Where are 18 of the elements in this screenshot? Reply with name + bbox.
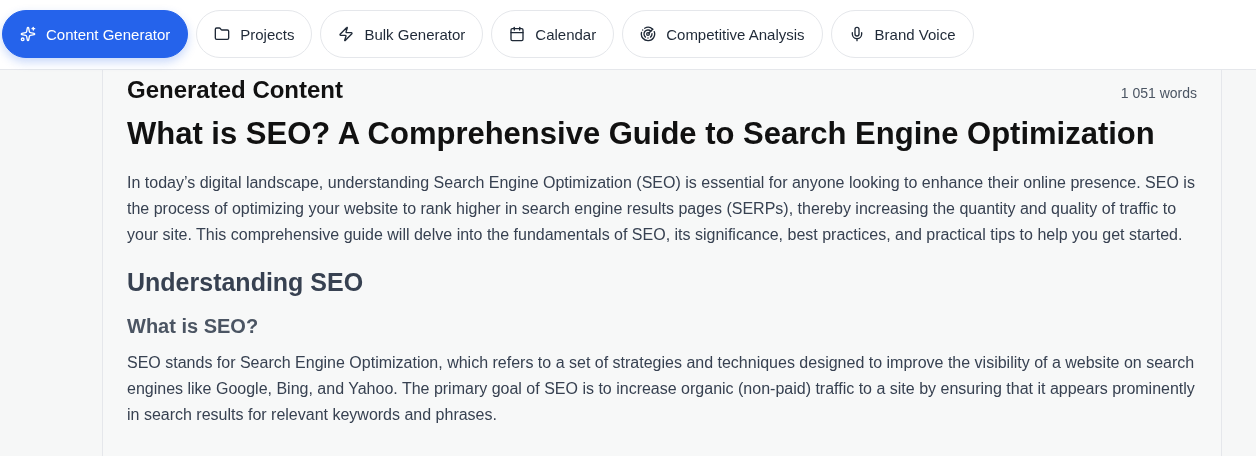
folder-icon [214,26,231,42]
nav-tab[interactable]: Calendar [491,10,615,58]
word-count: 1 051 words [1120,85,1197,101]
article-heading: Understanding SEO [127,268,365,297]
article-paragraph: In today’s digital landscape, understanding Search Engine Optimization (SEO) is essential for anyone looking to enhance their online presence. SEO is the process of optimizing your website to rank higher in search engine results pages (SERPs), thereby increasing the quantity and quality of traffic to your site. This comprehensive guide will delve into the fundamentals of SEO, its significance, best practices, and practical tips to help you get started. [127,173,1196,245]
sparkles-icon [20,26,36,42]
nav-tab[interactable]: Brand Voice [830,10,974,58]
nav-tab[interactable]: Bulk Generator [320,10,484,58]
lightning-icon [338,26,355,42]
nav-tab[interactable]: Competitive Analysis [622,10,823,58]
nav-tab[interactable]: Content Generator [2,10,189,58]
nav-tab[interactable]: Projects [196,10,313,58]
radar-icon [640,26,657,42]
calendar-icon [509,26,526,42]
article-heading: What is SEO? [127,315,260,338]
panel-title: Generated Content [127,76,344,104]
article-paragraph: SEO stands for Search Engine Optimization, which refers to a set of strategies and techniques designed to improve the visibility of a website on search engines like Google, Bing, and Yahoo. The primary goal of SEO is to increase organic (non-paid) traffic to a site by ensuring that it appears prominently in search results for relevant keywords and phrases. [127,353,1196,425]
article-heading: What is SEO? A Comprehensive Guide to Search Engine Optimization [127,116,1156,152]
